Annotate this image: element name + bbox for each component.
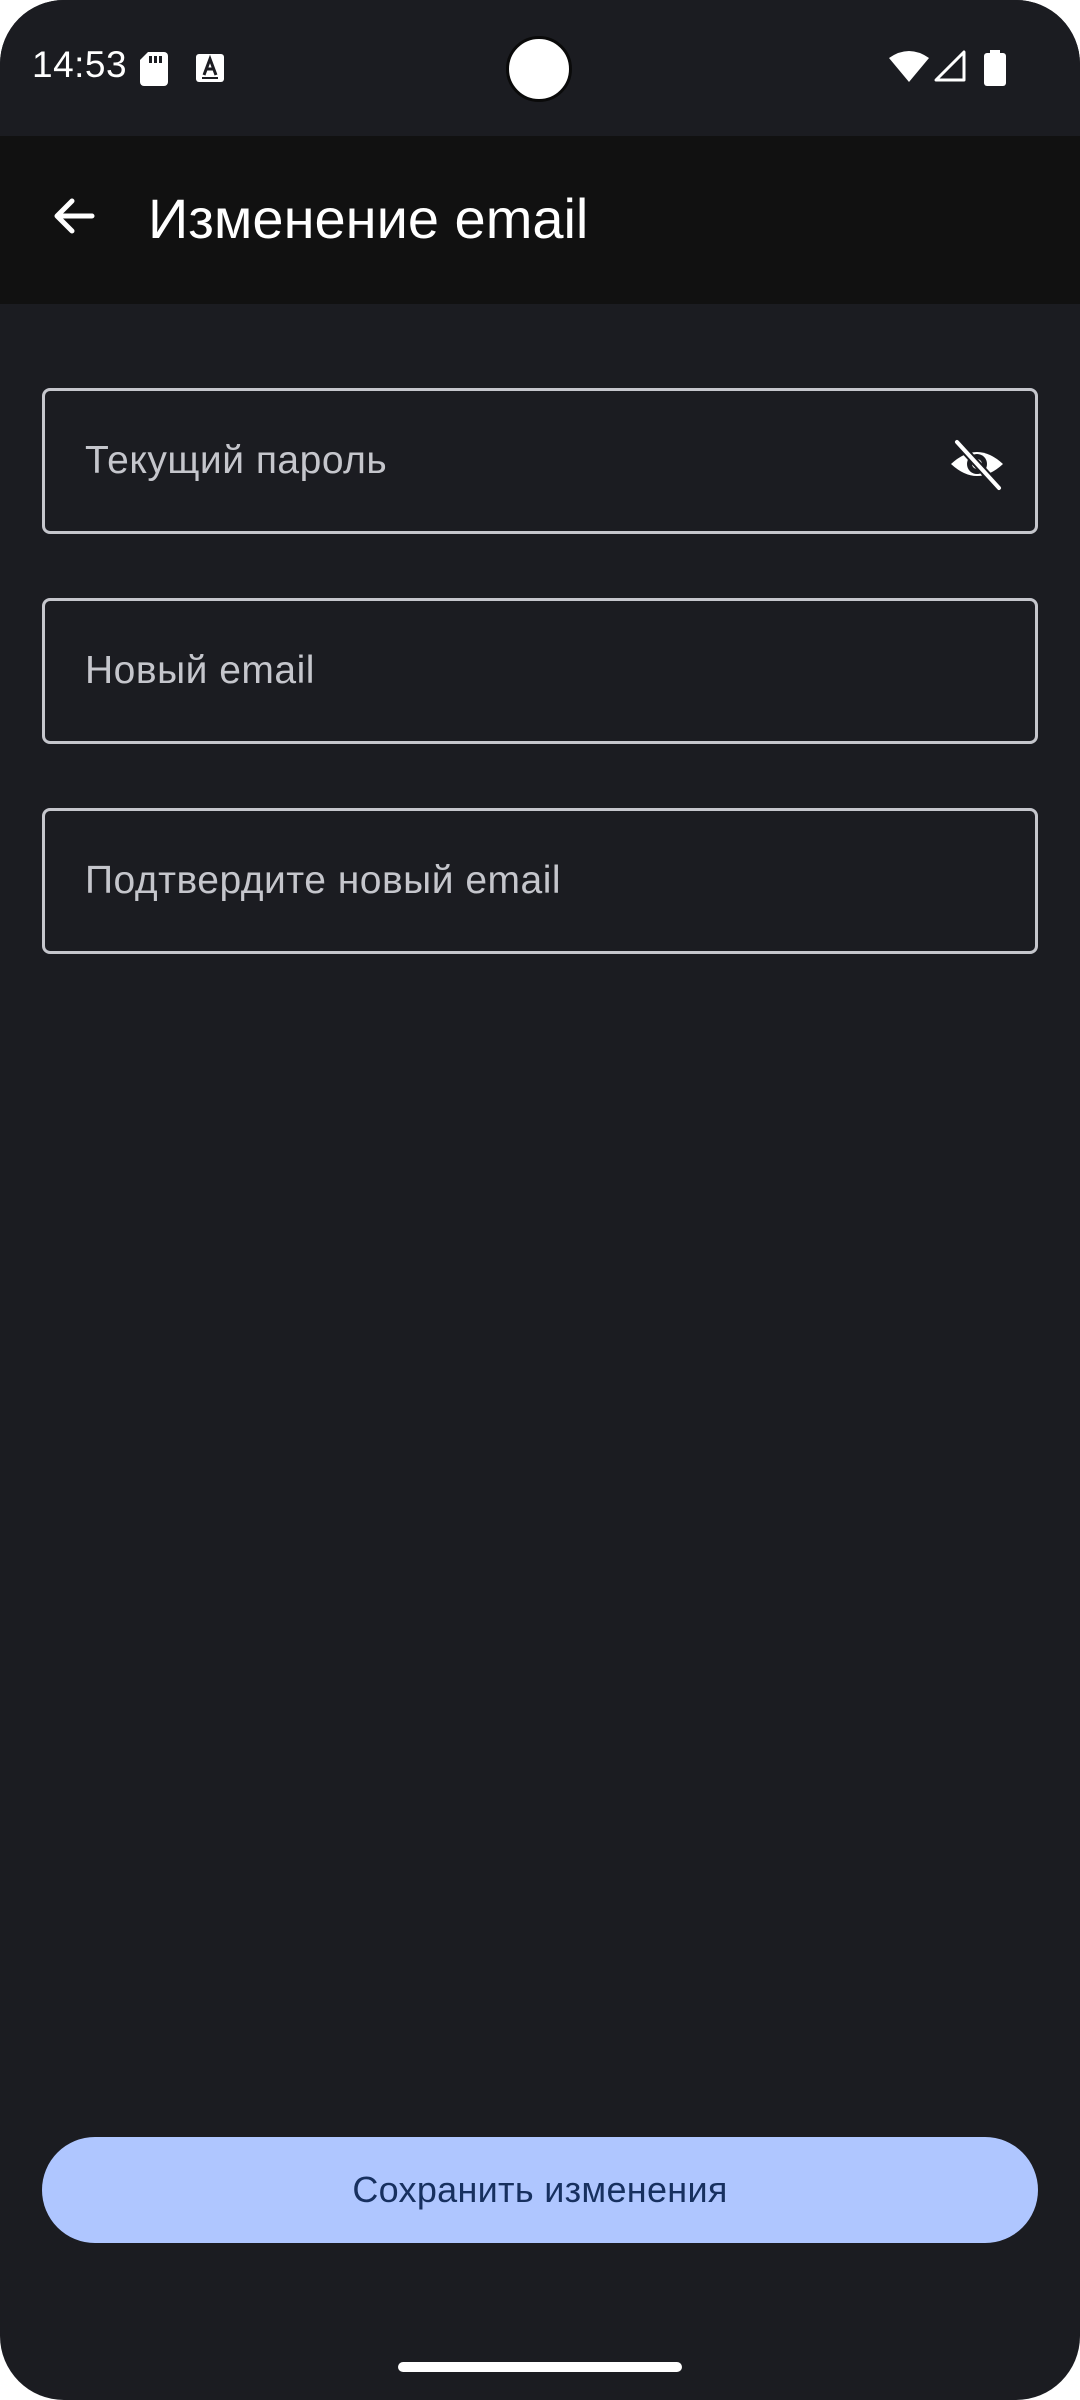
sd-card-icon <box>140 52 168 86</box>
page-title: Изменение email <box>148 187 589 250</box>
back-button[interactable] <box>34 176 114 256</box>
screen: 14:53 Изменение email Новый email Подтве… <box>0 0 1080 2400</box>
gesture-navigation-bar[interactable] <box>398 2362 682 2372</box>
current-password-field <box>42 388 1038 534</box>
battery-icon <box>984 50 1006 86</box>
wifi-icon <box>889 51 929 82</box>
keyboard-a-icon <box>196 54 224 82</box>
status-time: 14:53 <box>32 44 128 85</box>
visibility-off-icon <box>951 438 1003 492</box>
signal-icon <box>934 50 966 82</box>
current-password-input[interactable] <box>45 391 1035 531</box>
status-bar: 14:53 <box>0 0 1080 136</box>
save-changes-button[interactable]: Сохранить изменения <box>42 2137 1038 2243</box>
new-email-input[interactable] <box>45 601 1035 741</box>
arrow-back-icon <box>54 198 95 234</box>
top-app-bar: Изменение email <box>0 136 1080 304</box>
new-email-field <box>42 598 1038 744</box>
toggle-password-visibility-button[interactable] <box>949 436 1005 492</box>
confirm-email-input[interactable] <box>45 811 1035 951</box>
confirm-email-field <box>42 808 1038 954</box>
front-camera <box>506 36 572 102</box>
